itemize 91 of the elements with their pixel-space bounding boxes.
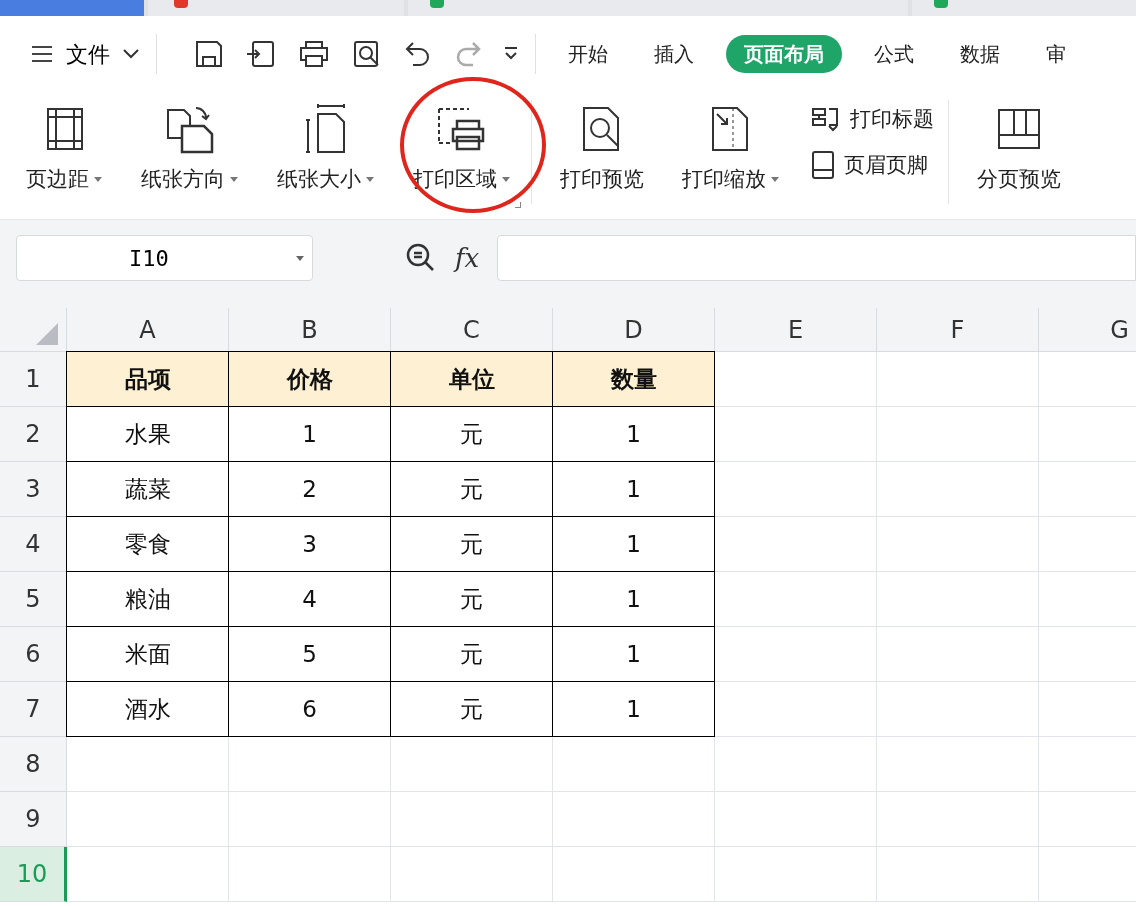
dropdown-caret-icon: [93, 176, 103, 183]
column-header[interactable]: E: [715, 308, 877, 351]
ribbon-tab[interactable]: 开始: [554, 35, 622, 73]
table-cell[interactable]: [877, 407, 1039, 462]
table-cell[interactable]: [715, 572, 877, 627]
table-cell[interactable]: [229, 847, 391, 902]
table-cell[interactable]: 价格: [228, 351, 391, 407]
table-cell[interactable]: [553, 792, 715, 847]
file-type-icon: [430, 0, 444, 8]
table-cell[interactable]: [877, 792, 1039, 847]
save-icon[interactable]: [193, 38, 225, 70]
file-type-icon: [934, 0, 948, 8]
column-header[interactable]: F: [877, 308, 1039, 351]
name-box[interactable]: I10: [16, 235, 313, 281]
row-header[interactable]: 8: [0, 737, 67, 792]
table-cell[interactable]: 数量: [552, 351, 715, 407]
ribbon-button[interactable]: 打印标题: [810, 104, 934, 136]
row-header[interactable]: 4: [0, 517, 67, 572]
table-cell[interactable]: [715, 682, 877, 737]
cell-reference: I10: [129, 244, 169, 273]
formula-input[interactable]: [497, 235, 1136, 281]
table-cell[interactable]: [553, 847, 715, 902]
table-cell[interactable]: [877, 682, 1039, 737]
ribbon-tab[interactable]: 审: [1032, 35, 1080, 73]
more-caret-icon[interactable]: [503, 47, 519, 61]
row-header[interactable]: 7: [0, 682, 67, 737]
table-cell[interactable]: [877, 572, 1039, 627]
table-cell[interactable]: [715, 847, 877, 902]
ribbon-button[interactable]: 纸张方向: [131, 92, 249, 196]
ribbon-button[interactable]: 打印缩放: [672, 92, 790, 196]
dropdown-caret-icon: [365, 176, 375, 183]
table-cell[interactable]: [877, 847, 1039, 902]
select-all-icon[interactable]: [36, 323, 58, 345]
table-cell[interactable]: [715, 792, 877, 847]
table-cell[interactable]: [715, 352, 877, 407]
table-cell[interactable]: [715, 462, 877, 517]
table-cell[interactable]: [67, 792, 229, 847]
table-cell[interactable]: [391, 792, 553, 847]
row-header[interactable]: 6: [0, 627, 67, 682]
menu-icon: [30, 45, 54, 63]
dropdown-caret-icon: [770, 176, 780, 183]
ribbon-button[interactable]: 分页预览: [967, 92, 1071, 196]
table-cell[interactable]: [715, 737, 877, 792]
table-cell[interactable]: [391, 847, 553, 902]
table-cell[interactable]: [877, 352, 1039, 407]
table-cell[interactable]: [877, 737, 1039, 792]
file-menu-label: 文件: [66, 40, 110, 69]
table-cell[interactable]: 1: [552, 681, 715, 737]
export-icon[interactable]: [245, 38, 277, 70]
ribbon-tab[interactable]: 数据: [946, 35, 1014, 73]
table-cell[interactable]: [391, 737, 553, 792]
row-header[interactable]: 2: [0, 407, 67, 462]
row-header[interactable]: 1: [0, 352, 67, 407]
dropdown-caret-icon: [296, 256, 304, 261]
ribbon-button[interactable]: 页眉页脚: [810, 149, 934, 181]
table-cell[interactable]: [229, 737, 391, 792]
table-cell[interactable]: [229, 792, 391, 847]
file-type-icon: [174, 0, 188, 8]
column-header[interactable]: G: [1039, 308, 1136, 351]
file-menu[interactable]: 文件: [30, 37, 110, 71]
row-header[interactable]: 3: [0, 462, 67, 517]
table-cell[interactable]: 酒水: [66, 681, 229, 737]
ribbon-tab[interactable]: 插入: [640, 35, 708, 73]
ribbon-tab[interactable]: 公式: [860, 35, 928, 73]
dropdown-caret-icon: [229, 176, 239, 183]
table-cell[interactable]: [715, 627, 877, 682]
header-footer-icon: [810, 150, 836, 181]
caret-icon[interactable]: [122, 49, 140, 59]
table-cell[interactable]: [877, 627, 1039, 682]
paper-size-icon: [304, 104, 348, 154]
dialog-launcher-icon[interactable]: [515, 202, 521, 208]
ribbon-button[interactable]: 纸张大小: [267, 92, 385, 196]
ribbon-button[interactable]: 页边距: [16, 92, 113, 196]
document-tab[interactable]: [148, 0, 404, 16]
ribbon-button[interactable]: 打印预览: [550, 92, 654, 196]
table-cell[interactable]: 品项: [66, 351, 229, 407]
function-label[interactable]: fx: [455, 238, 480, 278]
table-cell[interactable]: [67, 847, 229, 902]
table-cell[interactable]: [553, 737, 715, 792]
dropdown-caret-icon: [501, 176, 511, 183]
row-header[interactable]: 5: [0, 572, 67, 627]
table-cell[interactable]: [715, 517, 877, 572]
table-cell[interactable]: [877, 462, 1039, 517]
print-icon[interactable]: [297, 38, 331, 70]
row-header[interactable]: 9: [0, 792, 67, 847]
page-orientation-icon: [164, 104, 216, 154]
table-cell[interactable]: [877, 517, 1039, 572]
table-cell[interactable]: [67, 737, 229, 792]
table-cell[interactable]: 单位: [390, 351, 553, 407]
document-tab[interactable]: [912, 0, 1136, 16]
table-cell[interactable]: [715, 407, 877, 462]
